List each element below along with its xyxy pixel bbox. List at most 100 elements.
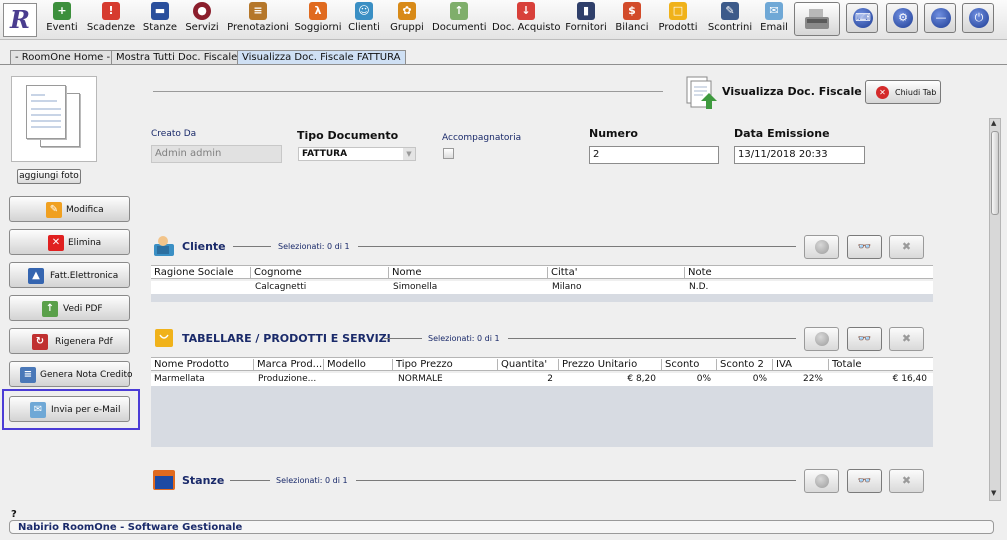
toolbar-clienti[interactable]: ☺ Clienti: [346, 1, 382, 39]
tab-bar: - RoomOne Home - Mostra Tutti Doc. Fisca…: [0, 48, 1007, 65]
accompagnatoria-checkbox[interactable]: [443, 148, 454, 159]
help-mark[interactable]: ?: [11, 509, 17, 520]
vedi-pdf-button[interactable]: ↑ Vedi PDF: [9, 295, 130, 321]
add-photo-button[interactable]: aggiungi foto: [17, 169, 81, 184]
data-emissione-label: Data Emissione: [734, 127, 830, 140]
cliente-title: Cliente: [182, 240, 226, 253]
power-button[interactable]: ⏻: [962, 3, 994, 33]
scontrini-icon: ✎: [721, 2, 739, 20]
minimize-icon: —: [931, 8, 951, 28]
fattura-elettronica-button[interactable]: ▲ Fatt.Elettronica: [9, 262, 130, 288]
stanze-title: Stanze: [182, 474, 225, 487]
tab-divider: [0, 64, 1007, 65]
vertical-scrollbar[interactable]: ▲ ▼: [989, 118, 1001, 501]
view-pdf-icon: ↑: [42, 301, 58, 317]
toolbar-scontrini[interactable]: ✎ Scontrini: [706, 1, 754, 39]
tab-mostra-doc-fiscale[interactable]: Mostra Tutti Doc. Fiscale: [111, 50, 243, 65]
cliente-remove-button[interactable]: ✖: [889, 235, 924, 259]
tipo-documento-label: Tipo Documento: [297, 129, 399, 142]
cliente-table-empty-area: [151, 294, 933, 302]
servizi-icon: ●: [193, 2, 211, 20]
toolbar-gruppi[interactable]: ✿ Gruppi: [388, 1, 426, 39]
header-divider: [153, 91, 663, 92]
bilanci-icon: $: [623, 2, 641, 20]
credit-note-icon: ≡: [20, 367, 36, 383]
prodotti-table-header: Nome Prodotto Marca Prod... Modello Tipo…: [151, 357, 933, 371]
keyboard-button[interactable]: ⌨: [846, 3, 878, 33]
invoice-sheet-front: [26, 85, 66, 139]
prodotti-title: TABELLARE / PRODOTTI E SERVIZI: [182, 332, 391, 345]
cliente-view-button[interactable]: 👓: [847, 235, 882, 259]
scadenze-icon: !: [102, 2, 120, 20]
cliente-line-2: [358, 246, 796, 247]
toolbar-soggiorni[interactable]: λ Soggiorni: [294, 1, 342, 39]
doc-acquisto-icon: ↓: [517, 2, 535, 20]
prodotti-table-empty-area: [151, 386, 933, 447]
tab-visualizza-fattura[interactable]: Visualizza Doc. Fiscale FATTURA: [237, 50, 406, 65]
clienti-icon: ☺: [355, 2, 373, 20]
prodotti-add-button[interactable]: [804, 327, 839, 351]
cash-register-button[interactable]: [794, 2, 840, 36]
keyboard-icon: ⌨: [853, 8, 873, 28]
toolbar-eventi[interactable]: + Eventi: [44, 1, 80, 39]
cliente-selezionati: Selezionati: 0 di 1: [278, 242, 350, 251]
view-icon: 👓: [857, 240, 872, 253]
elimina-button[interactable]: ✕ Elimina: [9, 229, 130, 255]
stanze-view-button[interactable]: 👓: [847, 469, 882, 493]
numero-field[interactable]: 2: [589, 146, 719, 164]
toolbar-doc-acquisto[interactable]: ↓ Doc. Acquisto: [492, 1, 561, 39]
toolbar-bilanci[interactable]: $ Bilanci: [612, 1, 652, 39]
soggiorni-icon: λ: [309, 2, 327, 20]
close-tab-button[interactable]: ✕ Chiudi Tab: [865, 80, 941, 104]
cliente-add-button[interactable]: [804, 235, 839, 259]
toolbar-documenti[interactable]: ↑ Documenti: [432, 1, 487, 39]
toolbar-prenotazioni[interactable]: ≡ Prenotazioni: [226, 1, 290, 39]
stanze-add-button[interactable]: [804, 469, 839, 493]
delete-icon: ✕: [48, 235, 64, 251]
stanze-icon: ▬: [151, 2, 169, 20]
scroll-down-icon[interactable]: ▼: [991, 489, 996, 497]
status-text: Nabirio RoomOne - Software Gestionale: [18, 522, 243, 533]
stanze-remove-button[interactable]: ✖: [889, 469, 924, 493]
prodotti-icon: [155, 329, 173, 347]
fornitori-icon: ▮: [577, 2, 595, 20]
stanze-selezionati: Selezionati: 0 di 1: [276, 476, 348, 485]
toolbar-servizi[interactable]: ● Servizi: [184, 1, 220, 39]
documenti-icon: ↑: [450, 2, 468, 20]
data-emissione-field[interactable]: 13/11/2018 20:33: [734, 146, 865, 164]
tipo-documento-select[interactable]: FATTURA ▼: [298, 147, 416, 161]
rigenera-pdf-button[interactable]: ↻ Rigenera Pdf: [9, 328, 130, 354]
table-row[interactable]: Marmellata Produzione... NORMALE 2 € 8,2…: [151, 373, 933, 386]
toolbar-scadenze[interactable]: ! Scadenze: [86, 1, 136, 39]
prodotti-selezionati: Selezionati: 0 di 1: [428, 334, 500, 343]
minimize-button[interactable]: —: [924, 3, 956, 33]
toolbar-email[interactable]: ✉ Email: [758, 1, 790, 39]
scrollbar-thumb[interactable]: [991, 131, 999, 215]
main-toolbar: R + Eventi ! Scadenze ▬ Stanze ● Servizi…: [0, 0, 1007, 40]
prodotti-line: [384, 338, 422, 339]
cash-register-icon: [805, 9, 829, 29]
close-icon: ✕: [876, 86, 889, 99]
settings-button[interactable]: ⚙: [886, 3, 918, 33]
modifica-button[interactable]: ✎ Modifica: [9, 196, 130, 222]
creato-da-label: Creato Da: [151, 129, 197, 139]
regenerate-pdf-icon: ↻: [32, 334, 48, 350]
toolbar-fornitori[interactable]: ▮ Fornitori: [564, 1, 608, 39]
tab-home[interactable]: - RoomOne Home -: [10, 50, 116, 65]
table-row[interactable]: Calcagnetti Simonella Milano N.D.: [151, 281, 933, 294]
toolbar-stanze[interactable]: ▬ Stanze: [142, 1, 178, 39]
selection-highlight: [2, 389, 140, 430]
chevron-down-icon: ▼: [403, 148, 415, 160]
genera-nota-credito-button[interactable]: ≡ Genera Nota Credito: [9, 361, 133, 387]
gear-icon: ⚙: [893, 8, 913, 28]
cliente-table-header: Ragione Sociale Cognome Nome Citta' Note: [151, 265, 933, 279]
eventi-icon: +: [53, 2, 71, 20]
prodotti-view-button[interactable]: 👓: [847, 327, 882, 351]
view-icon: 👓: [857, 332, 872, 345]
view-icon: 👓: [857, 474, 872, 487]
prodotti-remove-button[interactable]: ✖: [889, 327, 924, 351]
edit-icon: ✎: [46, 202, 62, 218]
add-icon: [814, 240, 829, 254]
scroll-up-icon[interactable]: ▲: [991, 119, 996, 127]
toolbar-prodotti[interactable]: □ Prodotti: [656, 1, 700, 39]
